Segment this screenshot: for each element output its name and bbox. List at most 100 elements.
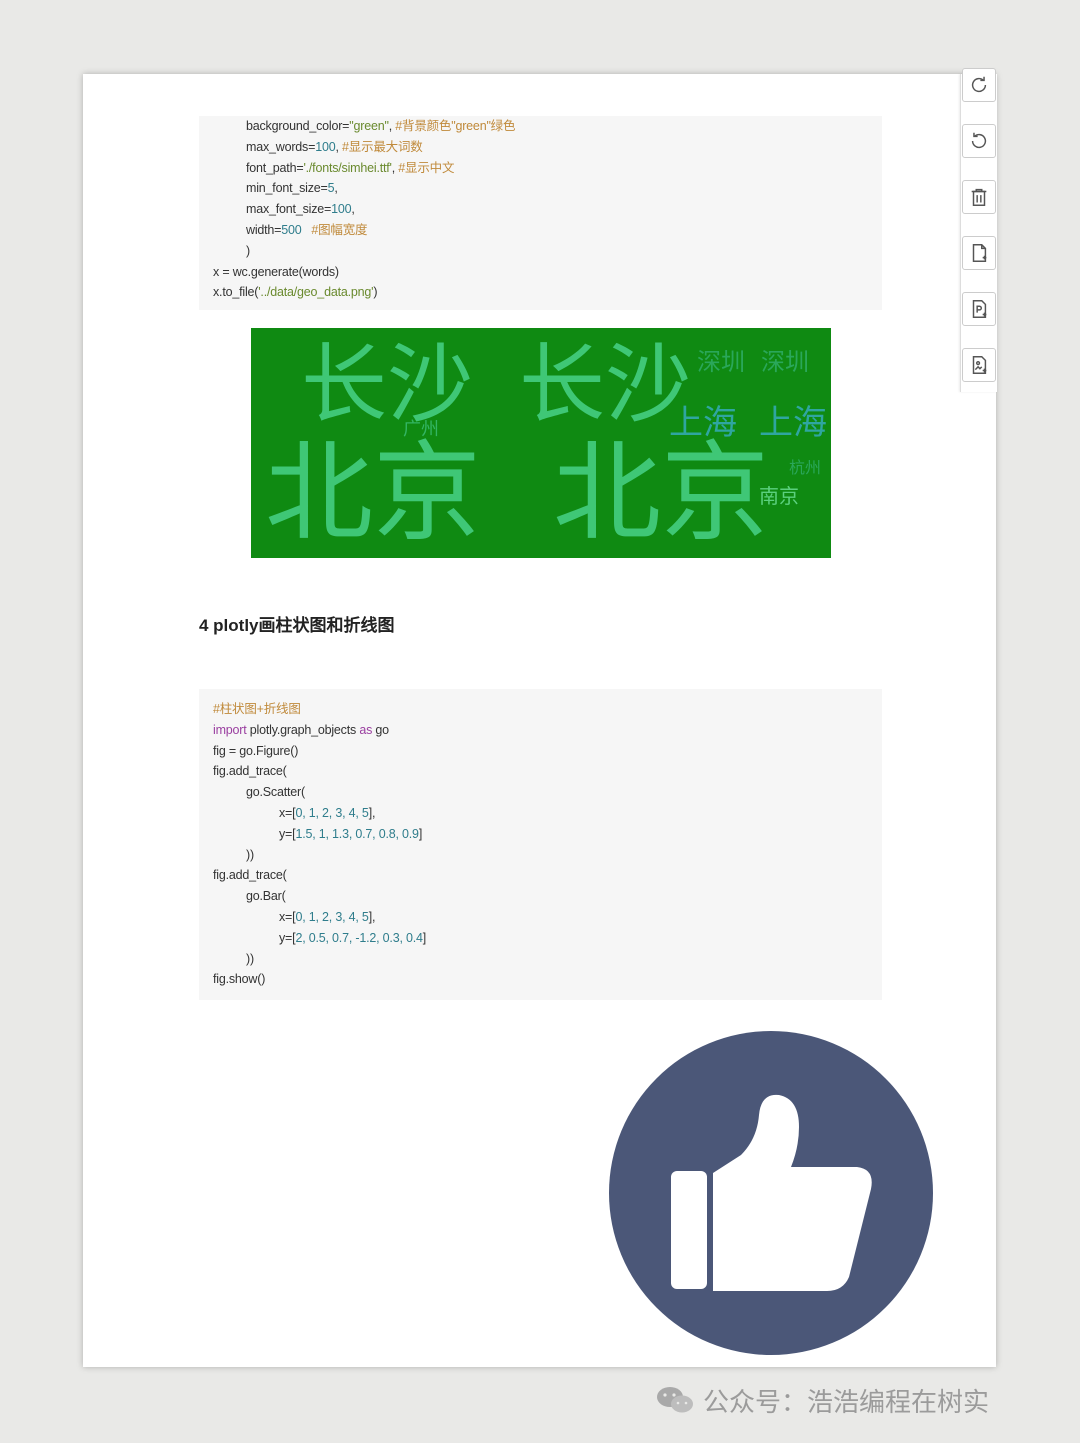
code-token: import xyxy=(213,722,247,737)
code-token: go xyxy=(372,722,389,737)
refresh-button[interactable] xyxy=(962,68,996,102)
code-token: 0, 1, 2, 3, 4, 5 xyxy=(295,806,369,820)
code-token: fig.show() xyxy=(213,972,266,987)
code-line: min_font_size=5, xyxy=(246,180,338,196)
wordcloud-word: 上海 xyxy=(759,403,827,443)
code-line: )) xyxy=(246,847,254,863)
wordcloud-word: 长沙 xyxy=(519,335,691,435)
code-token: width= xyxy=(246,223,282,237)
code-token: plotly.graph_objects xyxy=(246,722,360,737)
code-token: ], xyxy=(368,910,376,924)
code-line: x=[0, 1, 2, 3, 4, 5], xyxy=(279,909,375,925)
code-token: './fonts/simhei.ttf' xyxy=(303,160,392,175)
section-heading: 4 plotly画柱状图和折线图 xyxy=(199,616,395,635)
code-token: , xyxy=(351,202,355,217)
code-token: max_words= xyxy=(246,139,316,154)
code-token: ], xyxy=(368,806,376,820)
code-token: 500 xyxy=(281,223,302,237)
code-line: fig = go.Figure() xyxy=(213,743,298,759)
code-line: max_font_size=100, xyxy=(246,201,355,217)
code-line: x.to_file('../data/geo_data.png') xyxy=(213,284,377,300)
wordcloud-word: 北京 xyxy=(265,431,482,556)
code-block-wordcloud: background_color="green", #背景颜色"green"绿色… xyxy=(199,116,882,310)
add-pdf-page-button[interactable] xyxy=(962,292,996,326)
code-token: x=[ xyxy=(279,806,296,820)
code-token: background_color= xyxy=(246,119,350,133)
code-line: x=[0, 1, 2, 3, 4, 5], xyxy=(279,805,375,821)
code-token: ] xyxy=(418,826,423,841)
code-token: '../data/geo_data.png' xyxy=(258,285,374,300)
code-line: import plotly.graph_objects as go xyxy=(213,722,389,738)
code-token: #显示中文 xyxy=(398,160,455,175)
code-line: fig.add_trace( xyxy=(213,763,287,779)
code-line: width=500 #图幅宽度 xyxy=(246,222,368,238)
code-token: #图幅宽度 xyxy=(311,223,368,237)
undo-button[interactable] xyxy=(962,124,996,158)
code-token: y=[ xyxy=(279,826,296,841)
wordcloud-image: 长沙 长沙 深圳 深圳 广州 上海 上海 北京 北京 杭州 南京 xyxy=(251,328,831,558)
code-token: as xyxy=(359,722,373,737)
code-line: go.Scatter( xyxy=(246,784,305,800)
code-token: #显示最大词数 xyxy=(342,139,423,154)
code-line: fig.show() xyxy=(213,971,265,987)
add-pdf-page-icon xyxy=(972,300,987,318)
wordcloud-word: 深圳 xyxy=(761,348,809,376)
code-token: x = wc.generate(words) xyxy=(213,264,339,279)
code-line: )) xyxy=(246,951,254,967)
side-toolbar xyxy=(960,68,997,392)
code-token: )) xyxy=(246,847,254,862)
code-token: y=[ xyxy=(279,930,296,945)
code-token: #柱状图+折线图 xyxy=(213,702,301,716)
add-page-icon xyxy=(972,244,987,262)
code-token: ] xyxy=(422,930,427,945)
code-line: go.Bar( xyxy=(246,888,286,904)
code-token: min_font_size= xyxy=(246,181,328,196)
wordcloud-word: 长沙 xyxy=(301,335,473,435)
watermark-text: 公众号：浩浩编程在树实 xyxy=(703,1387,990,1418)
wordcloud-word: 北京 xyxy=(553,431,770,556)
add-image-page-button[interactable] xyxy=(962,348,996,382)
code-token: ) xyxy=(373,285,378,300)
code-token: "green" xyxy=(349,119,389,133)
code-token: 0, 1, 2, 3, 4, 5 xyxy=(295,910,369,924)
code-line: y=[1.5, 1, 1.3, 0.7, 0.8, 0.9] xyxy=(279,826,422,842)
refresh-icon xyxy=(971,76,987,93)
wordcloud-word: 杭州 xyxy=(789,458,822,477)
code-token: go.Scatter( xyxy=(246,785,305,800)
code-token: )) xyxy=(246,951,254,966)
wordcloud-word: 南京 xyxy=(759,484,799,508)
code-token: fig.add_trace( xyxy=(213,764,287,779)
code-token: fig.add_trace( xyxy=(213,868,287,883)
watermark: 公众号：浩浩编程在树实 xyxy=(655,1380,989,1420)
code-token: 100 xyxy=(331,202,352,217)
code-line: y=[2, 0.5, 0.7, -1.2, 0.3, 0.4] xyxy=(279,930,426,946)
delete-button[interactable] xyxy=(962,180,996,214)
code-token: 100 xyxy=(315,139,336,154)
code-token: x=[ xyxy=(279,910,296,924)
code-line: #柱状图+折线图 xyxy=(213,701,301,717)
code-token: 2, 0.5, 0.7, -1.2, 0.3, 0.4 xyxy=(295,930,423,945)
code-line: fig.add_trace( xyxy=(213,867,287,883)
add-page-button[interactable] xyxy=(962,236,996,270)
code-token: ) xyxy=(246,243,250,258)
trash-icon xyxy=(971,188,987,206)
code-token: font_path= xyxy=(246,160,304,175)
undo-icon xyxy=(971,132,987,149)
thumbs-up-icon xyxy=(671,1094,872,1291)
code-line: x = wc.generate(words) xyxy=(213,264,339,280)
code-token: #背景颜色"green"绿色 xyxy=(395,119,516,133)
wordcloud-word: 深圳 xyxy=(697,348,745,376)
code-block-plotly: #柱状图+折线图 import plotly.graph_objects as g… xyxy=(199,689,882,1000)
code-line: max_words=100, #显示最大词数 xyxy=(246,139,423,155)
code-line: background_color="green", #背景颜色"green"绿色 xyxy=(246,118,515,134)
like-badge[interactable] xyxy=(609,1031,933,1355)
code-token: go.Bar( xyxy=(246,889,286,904)
code-line: ) xyxy=(246,243,250,259)
code-token: 1.5, 1, 1.3, 0.7, 0.8, 0.9 xyxy=(295,826,419,841)
code-token: x.to_file( xyxy=(213,285,259,300)
code-token: fig = go.Figure() xyxy=(213,743,299,758)
code-token: max_font_size= xyxy=(246,202,332,217)
add-image-page-icon xyxy=(972,356,987,374)
wechat-icon xyxy=(657,1387,693,1413)
